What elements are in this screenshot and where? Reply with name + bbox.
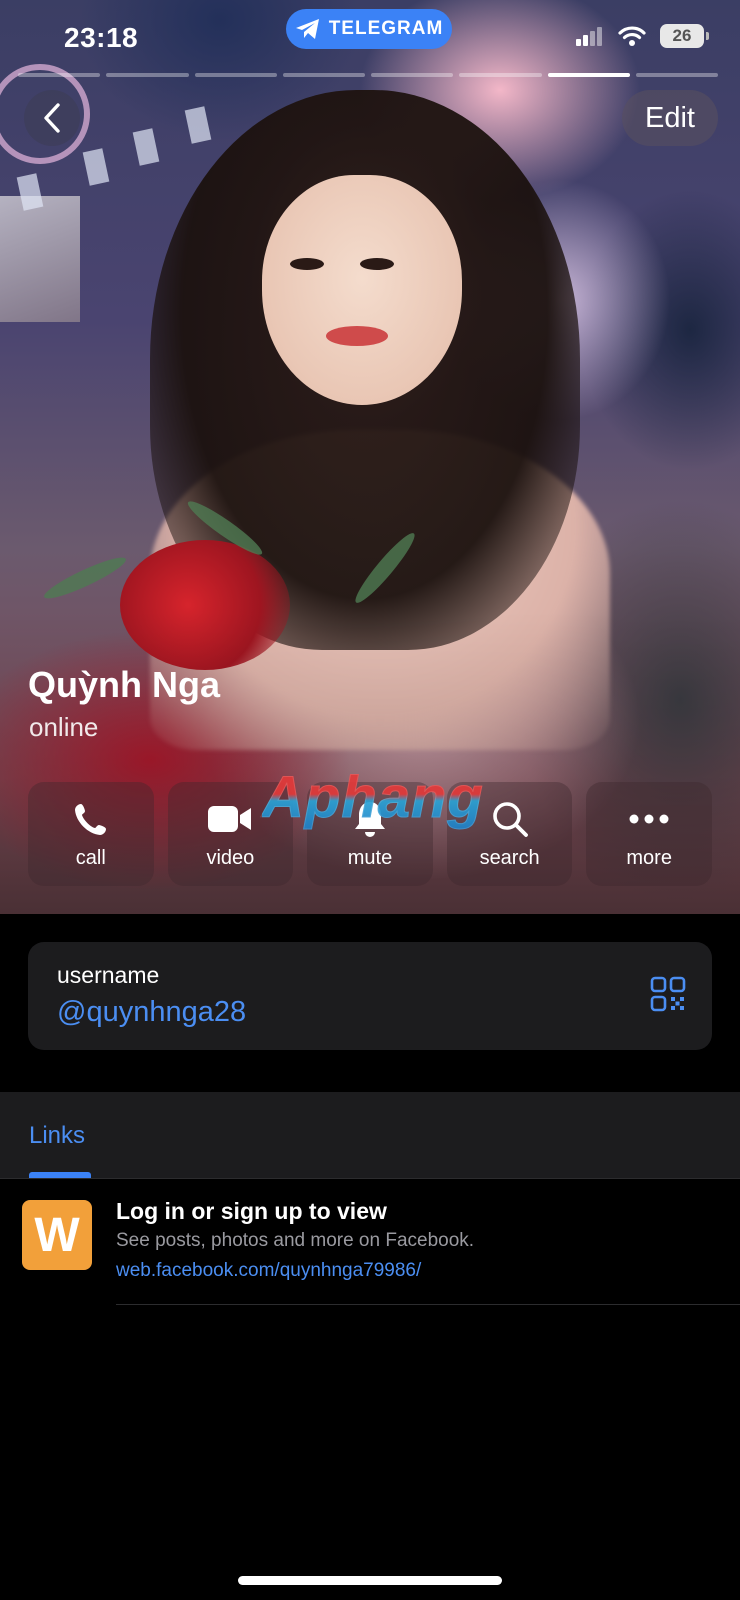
links-tab-bar: Links <box>0 1092 740 1178</box>
decor-bunting <box>82 148 110 186</box>
more-dots-icon <box>629 814 669 823</box>
back-button[interactable] <box>24 90 80 146</box>
profile-status: online <box>29 712 99 742</box>
profile-name: Quỳnh Nga <box>28 664 221 705</box>
photo-face <box>262 175 462 405</box>
call-label: call <box>75 846 106 869</box>
watermark-logo: Aphang <box>262 765 484 831</box>
link-url[interactable]: web.facebook.com/quynhnga79986/ <box>116 1260 421 1282</box>
video-label: video <box>206 846 255 869</box>
telegram-pill[interactable]: TELEGRAM <box>286 9 452 49</box>
story-segment <box>635 73 718 77</box>
story-segment <box>371 73 454 77</box>
link-item[interactable]: W Log in or sign up to view See posts, p… <box>0 1180 740 1306</box>
username-label: username <box>57 962 160 988</box>
mute-label: mute <box>347 846 393 869</box>
story-segment <box>106 73 189 77</box>
link-title: Log in or sign up to view <box>116 1198 387 1224</box>
link-description: See posts, photos and more on Facebook. <box>116 1230 475 1251</box>
tab-links[interactable]: Links <box>29 1122 85 1150</box>
video-camera-icon <box>208 805 252 832</box>
search-label: search <box>479 846 540 869</box>
story-segment <box>459 73 542 77</box>
more-label: more <box>626 846 672 869</box>
call-button[interactable]: call <box>28 782 154 886</box>
phone-icon <box>74 803 106 835</box>
battery-icon: 26 <box>660 24 709 48</box>
more-button[interactable]: more <box>586 782 712 886</box>
decor-bunting <box>132 128 160 166</box>
profile-screen: 23:18 TELEGRAM 26 Edit Quỳnh Nga online … <box>0 0 740 1600</box>
search-icon <box>492 801 528 837</box>
chevron-left-icon <box>44 103 60 133</box>
telegram-pill-label: TELEGRAM <box>328 18 444 39</box>
decor-bunting <box>184 106 212 144</box>
story-progress <box>18 73 718 77</box>
status-indicators: 26 <box>576 24 709 48</box>
link-thumbnail: W <box>22 1200 92 1270</box>
decor-photo <box>0 196 80 322</box>
story-segment <box>282 73 365 77</box>
divider <box>116 1304 740 1305</box>
username-value[interactable]: @quynhnga28 <box>57 996 246 1029</box>
story-segment <box>18 73 101 77</box>
story-segment <box>194 73 277 77</box>
username-card[interactable]: username @quynhnga28 <box>28 942 712 1050</box>
story-segment-active <box>547 73 630 77</box>
telegram-plane-icon <box>295 19 319 39</box>
divider <box>0 1178 740 1179</box>
home-indicator[interactable] <box>238 1576 502 1585</box>
edit-button[interactable]: Edit <box>622 90 718 146</box>
qr-code-icon[interactable] <box>650 976 686 1012</box>
photo-leaf <box>40 551 130 605</box>
status-time: 23:18 <box>64 22 139 53</box>
photo-eye <box>290 258 324 270</box>
cellular-signal-icon <box>576 27 602 46</box>
photo-lips <box>326 326 388 346</box>
photo-eye <box>360 258 394 270</box>
wifi-icon <box>618 26 646 46</box>
